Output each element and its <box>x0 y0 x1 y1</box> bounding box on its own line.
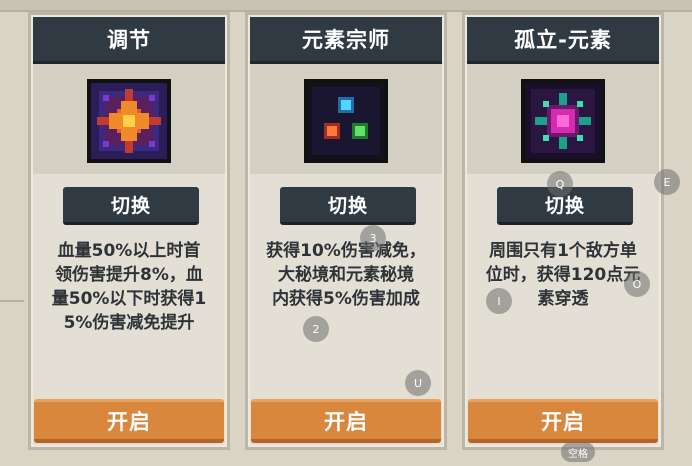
card-title: 元素宗师 <box>250 17 442 64</box>
key-hint-3: 3 <box>360 225 386 251</box>
icon-area <box>33 64 225 174</box>
card-description: 血量50%以上时首 领伤害提升8%，血 量50%以下时获得1 5%伤害减免提升 <box>51 241 207 333</box>
key-hint-i: I <box>486 288 512 314</box>
radiant-star-icon <box>87 79 171 163</box>
key-hint-u: U <box>405 370 431 396</box>
divider <box>0 300 24 302</box>
card-description: 获得10%伤害减免， 大秘境和元素秘境 内获得5%伤害加成 <box>266 241 426 309</box>
switch-button[interactable]: 切换 <box>63 187 199 225</box>
key-hint-space: 空格 <box>561 442 595 462</box>
enable-button[interactable]: 开启 <box>34 399 224 443</box>
talent-card-1: 调节 切换 血量50%以上时首 领伤害提升8%，血 量50%以下时获得1 5%伤… <box>28 12 230 450</box>
key-hint-2: 2 <box>303 316 329 342</box>
top-panel-edge <box>0 0 692 12</box>
key-hint-o: O <box>624 271 650 297</box>
icon-area <box>467 64 659 174</box>
key-hint-q: Q <box>547 171 573 197</box>
icon-area <box>250 64 442 174</box>
key-hint-e: E <box>654 169 680 195</box>
card-title: 调节 <box>33 17 225 64</box>
pink-crystal-icon <box>521 79 605 163</box>
enable-button[interactable]: 开启 <box>251 399 441 443</box>
talent-card-3: 孤立-元素 切换 周围只有1个敌方单 位时，获得120点元 素穿透 开启 <box>462 12 664 450</box>
three-element-orbs-icon <box>304 79 388 163</box>
switch-button[interactable]: 切换 <box>280 187 416 225</box>
card-title: 孤立-元素 <box>467 17 659 64</box>
enable-button[interactable]: 开启 <box>468 399 658 443</box>
